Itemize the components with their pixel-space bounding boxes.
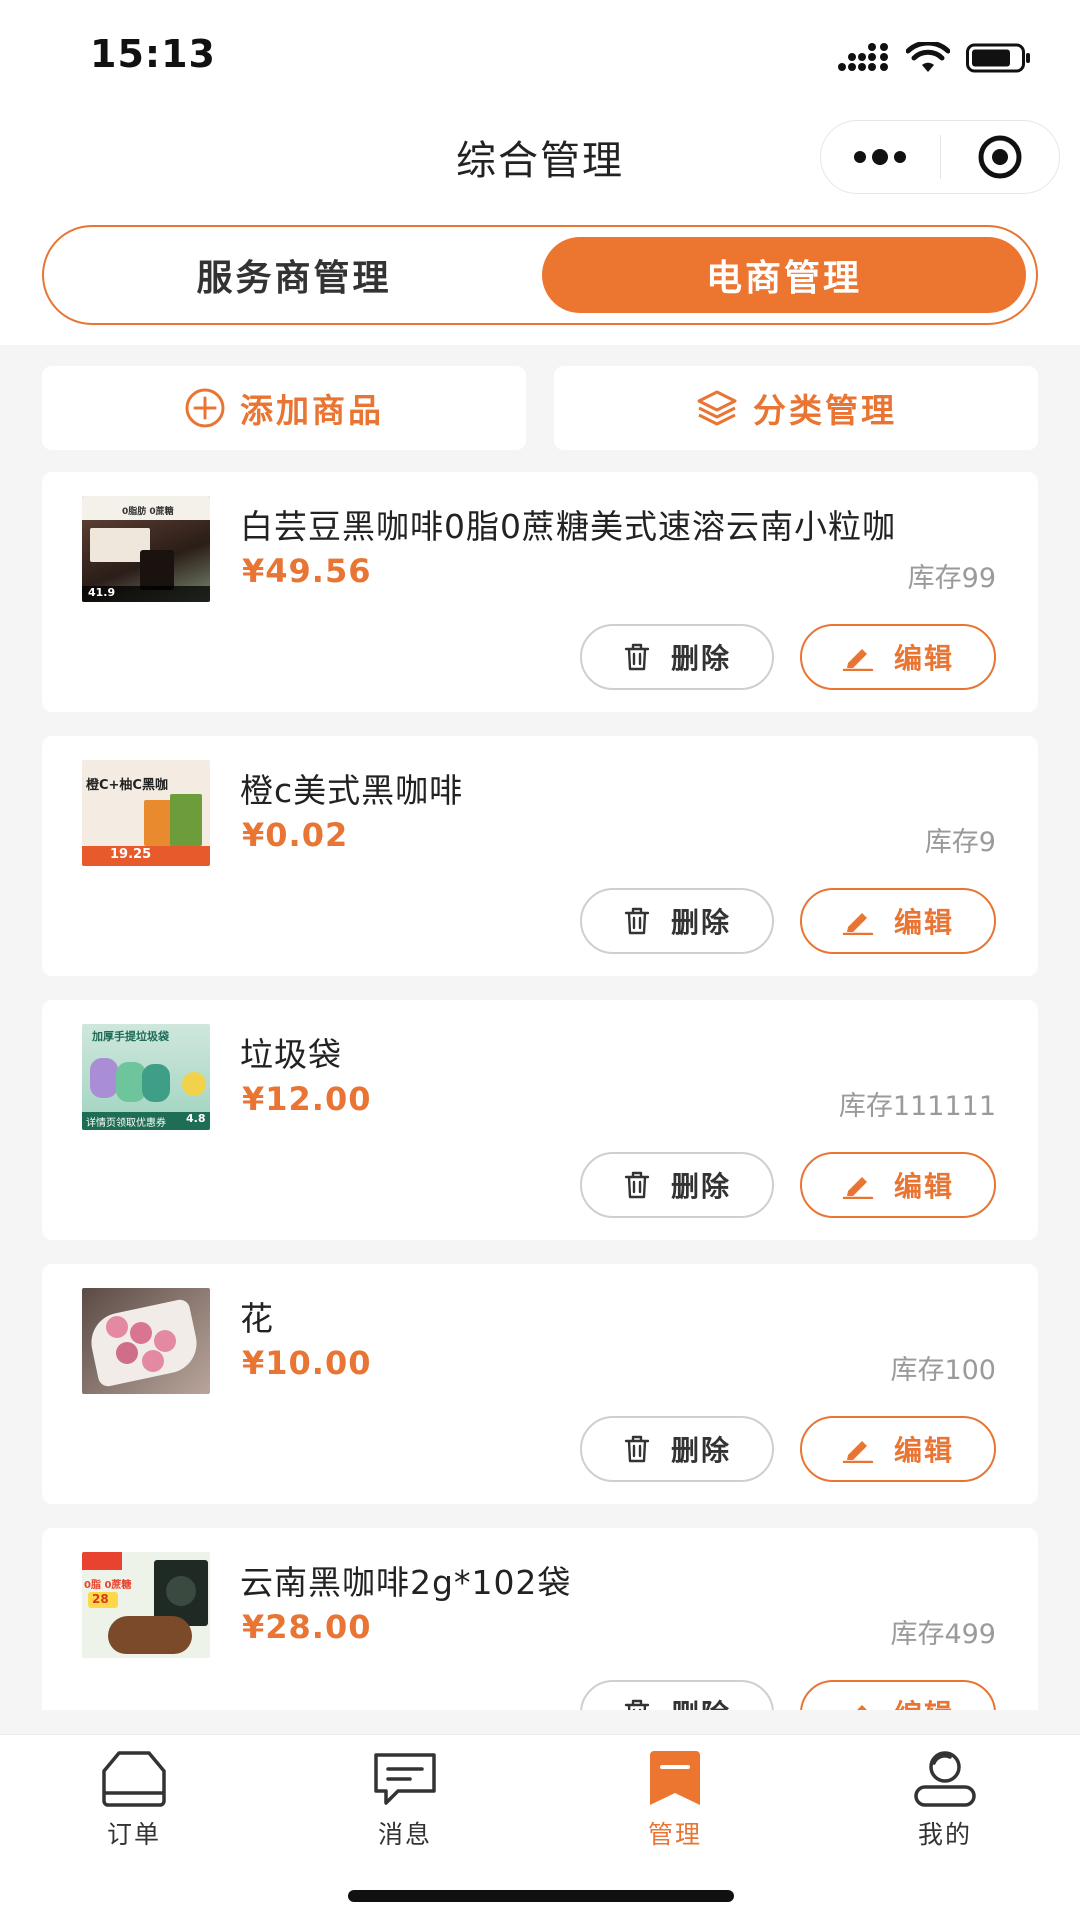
product-name: 白芸豆黑咖啡0脂0蔗糖美式速溶云南小粒咖	[240, 507, 896, 546]
tab-orders[interactable]: 订单	[34, 1749, 234, 1859]
delete-button[interactable]: 删除	[580, 1416, 774, 1482]
product-price: ¥12.00	[242, 1080, 372, 1118]
edit-button[interactable]: 编辑	[800, 1416, 996, 1482]
product-list[interactable]: 0脂肪 0蔗糖 41.9 白芸豆黑咖啡0脂0蔗糖美式速溶云南小粒咖 ¥49.56…	[42, 472, 1038, 1710]
delete-label: 删除	[670, 1170, 731, 1203]
trash-icon	[624, 643, 650, 671]
pencil-icon	[842, 1441, 874, 1463]
status-time: 15:13	[90, 32, 216, 76]
product-card: 0脂肪 0蔗糖 41.9 白芸豆黑咖啡0脂0蔗糖美式速溶云南小粒咖 ¥49.56…	[42, 472, 1038, 712]
thumb-text: 4.8	[186, 1112, 206, 1125]
tab-label: 消息	[377, 1820, 432, 1849]
close-button[interactable]	[941, 121, 1060, 193]
product-stock: 库存99	[907, 563, 996, 594]
segmented-control: 服务商管理 电商管理	[42, 225, 1038, 325]
delete-label: 删除	[670, 642, 731, 675]
tab-ecommerce[interactable]: 电商管理	[542, 237, 1026, 313]
tab-messages[interactable]: 消息	[305, 1749, 505, 1859]
product-stock: 库存9	[924, 827, 996, 858]
trash-icon	[624, 907, 650, 935]
status-bar: 15:13	[0, 0, 1080, 110]
edit-button[interactable]: 编辑	[800, 1152, 996, 1218]
trash-icon	[624, 1699, 650, 1710]
thumb-text: 28	[92, 1592, 109, 1606]
thumb-text: 41.9	[88, 586, 116, 599]
tab-manage[interactable]: 管理	[575, 1749, 775, 1859]
product-name: 花	[240, 1299, 274, 1338]
product-card: 橙C+柚C黑咖 19.25 橙c美式黑咖啡 ¥0.02 库存9 删除 编辑	[42, 736, 1038, 976]
more-button[interactable]	[821, 121, 940, 193]
home-indicator[interactable]	[348, 1890, 734, 1902]
edit-button[interactable]: 编辑	[800, 888, 996, 954]
thumb-text: 详情页领取优惠券	[86, 1118, 166, 1129]
tab-profile[interactable]: 我的	[845, 1749, 1045, 1859]
tab-label: 订单	[106, 1820, 161, 1849]
tab-service-provider[interactable]: 服务商管理	[52, 237, 536, 313]
delete-button[interactable]: 删除	[580, 624, 774, 690]
mini-program-capsule	[820, 120, 1060, 194]
product-thumbnail[interactable]: 0脂肪 0蔗糖 41.9	[82, 496, 210, 602]
edit-label: 编辑	[893, 1170, 954, 1203]
pencil-icon	[856, 1705, 867, 1710]
pencil-icon	[842, 649, 874, 671]
product-price: ¥49.56	[242, 552, 372, 590]
edit-label: 编辑	[893, 1434, 954, 1467]
trash-icon	[624, 1435, 650, 1463]
product-stock: 库存499	[890, 1619, 996, 1650]
thumb-text: 19.25	[110, 847, 152, 862]
trash-icon	[624, 1171, 650, 1199]
profile-icon	[914, 1751, 976, 1807]
edit-label: 编辑	[893, 906, 954, 939]
edit-label: 编辑	[894, 1693, 954, 1710]
edit-label: 编辑	[893, 642, 954, 675]
delete-button[interactable]: 删除	[580, 1680, 774, 1710]
product-thumbnail[interactable]: 0脂 0蔗糖 28	[82, 1552, 210, 1658]
delete-label: 删除	[670, 906, 731, 939]
target-close-icon	[978, 135, 1022, 179]
edit-button[interactable]: 编辑	[800, 624, 996, 690]
product-stock: 库存100	[890, 1355, 996, 1386]
wifi-icon	[906, 42, 950, 72]
thumb-text: 橙C+柚C黑咖	[86, 778, 168, 793]
product-card: 加厚手提垃圾袋 详情页领取优惠券 4.8 垃圾袋 ¥12.00 库存111111…	[42, 1000, 1038, 1240]
thumb-text: 0脂 0蔗糖	[84, 1580, 132, 1591]
delete-button[interactable]: 删除	[580, 1152, 774, 1218]
product-name: 橙c美式黑咖啡	[240, 771, 464, 810]
product-name: 云南黑咖啡2g*102袋	[240, 1563, 572, 1602]
battery-icon	[966, 43, 1030, 73]
category-management-label: 分类管理	[753, 391, 897, 430]
product-thumbnail[interactable]	[82, 1288, 210, 1394]
delete-label: 删除	[670, 1434, 731, 1467]
thumb-text: 0脂肪 0蔗糖	[122, 507, 174, 517]
product-thumbnail[interactable]: 橙C+柚C黑咖 19.25	[82, 760, 210, 866]
plus-circle-icon	[185, 388, 225, 428]
product-card: 花 ¥10.00 库存100 删除 编辑	[42, 1264, 1038, 1504]
product-card: 0脂 0蔗糖 28 云南黑咖啡2g*102袋 ¥28.00 库存499 删除 编…	[42, 1528, 1038, 1710]
thumb-text: 加厚手提垃圾袋	[92, 1030, 169, 1043]
product-price: ¥0.02	[242, 816, 349, 854]
category-management-button[interactable]: 分类管理	[554, 366, 1038, 450]
pencil-icon	[842, 913, 874, 935]
delete-label: 删除	[671, 1693, 731, 1710]
product-name: 垃圾袋	[240, 1035, 342, 1074]
pencil-icon	[842, 1177, 874, 1199]
add-product-button[interactable]: 添加商品	[42, 366, 526, 450]
tab-label: 管理	[647, 1820, 702, 1849]
message-icon	[374, 1753, 436, 1805]
order-icon	[102, 1751, 166, 1807]
more-dots-icon	[854, 149, 907, 165]
layers-icon	[697, 390, 737, 426]
product-price: ¥10.00	[242, 1344, 372, 1382]
delete-button[interactable]: 删除	[580, 888, 774, 954]
tab-label: 我的	[917, 1820, 972, 1849]
add-product-label: 添加商品	[240, 391, 384, 430]
edit-button[interactable]: 编辑	[800, 1680, 996, 1710]
status-icons	[838, 38, 1032, 78]
manage-icon	[650, 1751, 700, 1805]
signal-icon	[838, 43, 888, 71]
product-stock: 库存111111	[838, 1091, 996, 1122]
product-price: ¥28.00	[242, 1608, 372, 1646]
product-thumbnail[interactable]: 加厚手提垃圾袋 详情页领取优惠券 4.8	[82, 1024, 210, 1130]
